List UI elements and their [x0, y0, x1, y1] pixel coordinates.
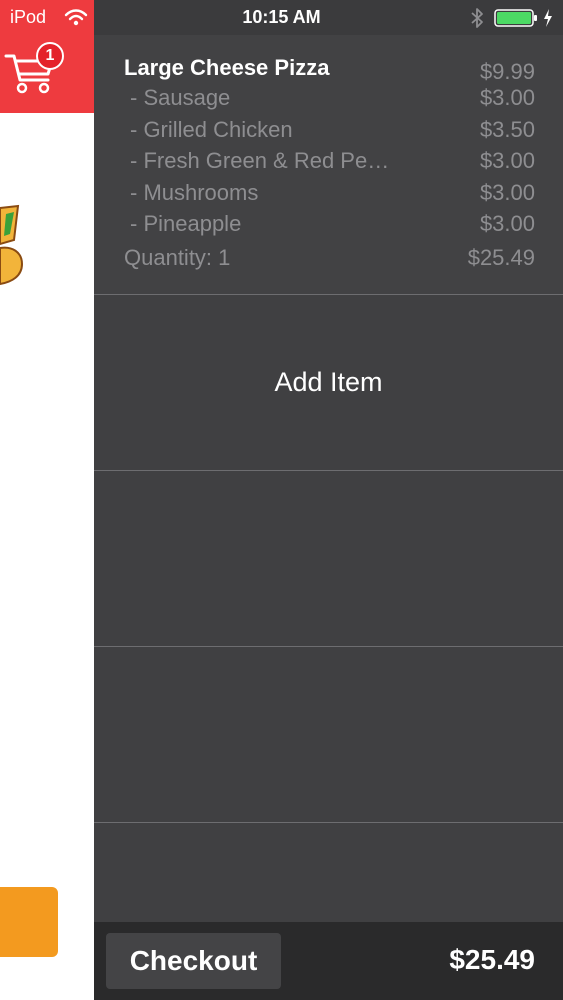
item-title: Large Cheese Pizza [124, 55, 330, 80]
bluetooth-icon [471, 8, 483, 28]
topping-price: $3.00 [479, 211, 535, 236]
quantity-label: Quantity: 1 [124, 245, 231, 270]
empty-cart-row [94, 647, 563, 823]
topping-name: - Sausage [130, 85, 231, 110]
battery-icon [494, 9, 537, 27]
cart-total: $25.49 [449, 944, 535, 975]
topping-name: - Grilled Chicken [130, 117, 293, 142]
topping-row: - Grilled Chicken $3.50 [94, 117, 563, 147]
status-bar: iPod 10:15 AM [0, 0, 563, 35]
topping-row: - Fresh Green & Red Pe… $3.00 [94, 148, 563, 178]
carrier-label: iPod [10, 7, 47, 27]
cart-drawer: Large Cheese Pizza $9.99 - Sausage $3.00… [94, 35, 563, 1000]
status-time: 10:15 AM [242, 7, 321, 27]
background-app: 1 [0, 0, 94, 1000]
empty-cart-row [94, 471, 563, 647]
topping-price: $3.00 [479, 85, 535, 110]
item-base-price: $9.99 [479, 59, 535, 84]
topping-price: $3.00 [479, 180, 535, 205]
topping-row: - Sausage $3.00 [94, 85, 563, 115]
topping-name: - Mushrooms [130, 180, 259, 205]
checkout-button[interactable]: Checkout [106, 933, 281, 989]
cart-count-badge: 1 [36, 42, 64, 70]
wifi-icon [64, 9, 88, 26]
add-item-button[interactable]: Add Item [94, 295, 563, 471]
cart-line-item[interactable]: Large Cheese Pizza $9.99 - Sausage $3.00… [94, 35, 563, 295]
logo-fragment-icon [0, 204, 24, 286]
checkout-bar: Checkout $25.49 [94, 922, 563, 1000]
charging-bolt-icon [544, 9, 552, 27]
topping-row: - Mushrooms $3.00 [94, 180, 563, 210]
topping-price: $3.50 [479, 117, 535, 142]
topping-row: - Pineapple $3.00 [94, 211, 563, 241]
topping-name: - Pineapple [130, 211, 242, 236]
item-total: $25.49 [467, 245, 535, 270]
quantity-row: Quantity: 1 $25.49 [94, 245, 563, 275]
topping-name: - Fresh Green & Red Pe… [130, 148, 390, 173]
order-button[interactable] [0, 887, 58, 957]
topping-price: $3.00 [479, 148, 535, 173]
